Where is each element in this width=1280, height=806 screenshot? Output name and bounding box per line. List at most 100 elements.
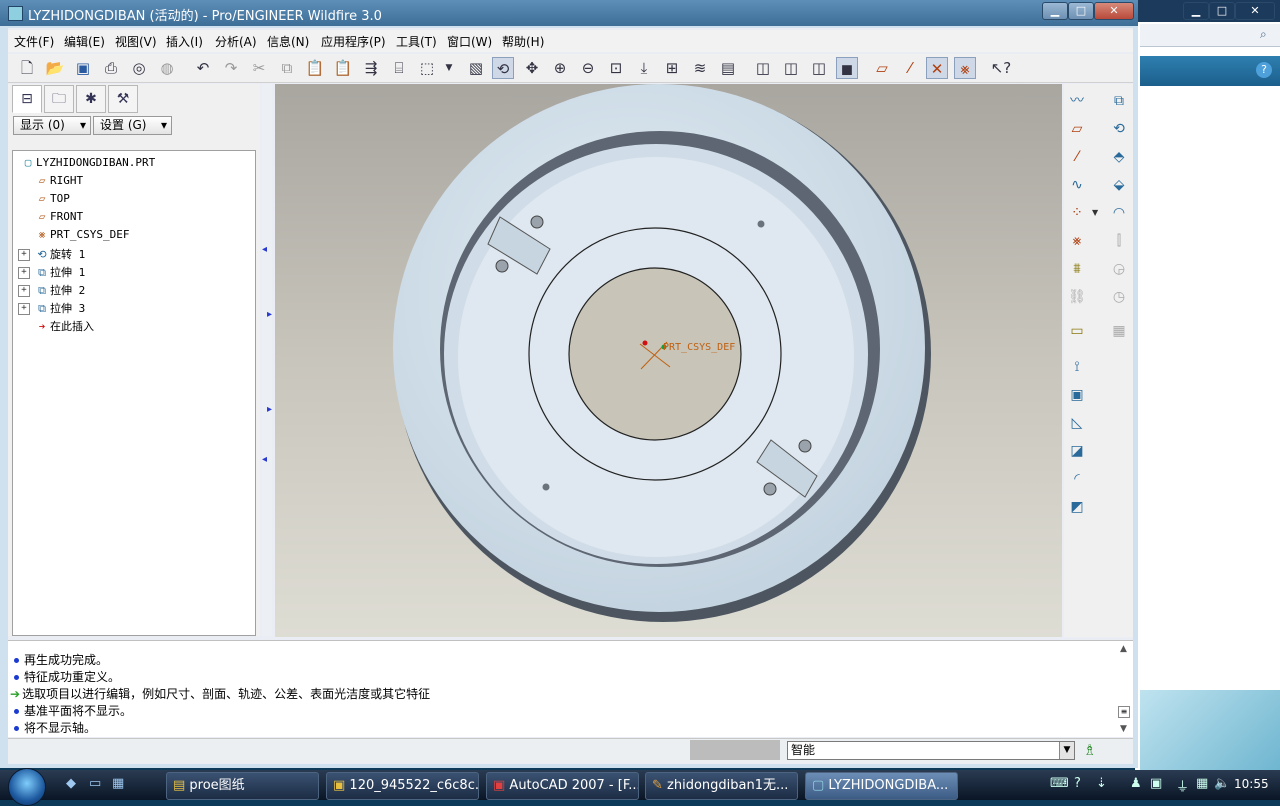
- tray-app-icon[interactable]: ▣: [1150, 776, 1162, 791]
- help-tray-icon[interactable]: ?: [1074, 776, 1081, 791]
- cut-icon[interactable]: ✂: [248, 57, 270, 79]
- dropdown-icon[interactable]: ▼: [438, 57, 460, 79]
- zoom-out-icon[interactable]: ⊖: [577, 57, 599, 79]
- undo-icon[interactable]: ↶: [192, 57, 214, 79]
- tree-node-front[interactable]: ▱ FRONT: [34, 210, 83, 228]
- chamfer-icon[interactable]: ◩: [1066, 496, 1088, 518]
- tree-node-csys[interactable]: ⨳ PRT_CSYS_DEF: [34, 228, 130, 246]
- tree-node-right[interactable]: ▱ RIGHT: [34, 174, 83, 192]
- quicklaunch-icon[interactable]: ◆: [66, 776, 76, 791]
- analysis-feature-icon[interactable]: ⩩: [1066, 258, 1088, 280]
- scroll-thumb[interactable]: ≡: [1118, 706, 1130, 718]
- taskbar-item[interactable]: ▣ AutoCAD 2007 - [F...: [486, 772, 639, 800]
- chevron-down-icon[interactable]: ▼: [1059, 742, 1074, 759]
- revolve-tool-icon[interactable]: ⟲: [1108, 118, 1130, 140]
- datum-axis-tool-icon[interactable]: ⁄: [1066, 146, 1088, 168]
- network-icon[interactable]: ▦: [1196, 776, 1208, 791]
- connections-tab[interactable]: ⚒: [108, 85, 138, 113]
- expand-arrow-icon[interactable]: ▸: [267, 309, 272, 320]
- menu-tools[interactable]: 工具(T): [396, 33, 437, 50]
- menu-window[interactable]: 窗口(W): [447, 33, 492, 50]
- open-icon[interactable]: 📂: [44, 57, 66, 79]
- scroll-up-icon[interactable]: ▲: [1120, 644, 1127, 654]
- expand-icon[interactable]: +: [18, 303, 30, 315]
- menu-analysis[interactable]: 分析(A): [215, 33, 257, 50]
- selection-filter[interactable]: 智能 ▼: [787, 741, 1075, 760]
- tree-node-part[interactable]: ▢ LYZHIDONGDIBAN.PRT: [20, 156, 156, 174]
- shell-icon[interactable]: ▣: [1066, 384, 1088, 406]
- refit-icon[interactable]: ⊡: [605, 57, 627, 79]
- wireframe-icon[interactable]: ◫: [752, 57, 774, 79]
- copy-icon[interactable]: ⧉: [276, 57, 298, 79]
- menu-edit[interactable]: 编辑(E): [64, 33, 105, 50]
- sweep-icon[interactable]: ⬘: [1108, 146, 1130, 168]
- trim-icon[interactable]: ◷: [1108, 286, 1130, 308]
- volume-icon[interactable]: 🔈: [1214, 776, 1230, 791]
- zoom-in-icon[interactable]: ⊕: [549, 57, 571, 79]
- folder-browser-tab[interactable]: 🗀: [44, 85, 74, 113]
- expand-arrow-icon[interactable]: ▸: [267, 404, 272, 415]
- tray-arrow-icon[interactable]: ⇣: [1096, 776, 1107, 791]
- hidden-line-icon[interactable]: ◫: [780, 57, 802, 79]
- saved-views-icon[interactable]: ⊞: [661, 57, 683, 79]
- menu-help[interactable]: 帮助(H): [502, 33, 544, 50]
- help-icon[interactable]: ?: [1256, 62, 1272, 78]
- expand-icon[interactable]: +: [18, 267, 30, 279]
- view-manager-icon[interactable]: ▤: [717, 57, 739, 79]
- scroll-down-icon[interactable]: ▼: [1120, 724, 1127, 734]
- style-icon[interactable]: ◠: [1108, 202, 1130, 224]
- datum-planes-icon[interactable]: ▱: [871, 57, 893, 79]
- menu-file[interactable]: 文件(F): [14, 33, 54, 50]
- minimize-button[interactable]: ▁: [1042, 2, 1068, 20]
- extrude-tool-icon[interactable]: ⧉: [1108, 90, 1130, 112]
- taskbar-item[interactable]: ▣ 120_945522_c6c8c...: [326, 772, 479, 800]
- safely-remove-icon[interactable]: ⏚: [1176, 776, 1189, 795]
- hole-icon[interactable]: ⟟: [1066, 356, 1088, 378]
- tree-node-extrude-1[interactable]: + ⧉ 拉伸 1: [18, 264, 85, 282]
- show-desktop-icon[interactable]: ▭: [89, 776, 101, 791]
- shading-icon[interactable]: ◼: [836, 57, 858, 79]
- menu-applications[interactable]: 应用程序(P): [321, 33, 386, 50]
- datum-plane-tool-icon[interactable]: ▱: [1066, 118, 1088, 140]
- datum-curve-icon[interactable]: ∿: [1066, 174, 1088, 196]
- taskbar-item[interactable]: ▤ proe图纸: [166, 772, 319, 800]
- email-icon[interactable]: ◍: [156, 57, 178, 79]
- tree-node-revolve-1[interactable]: + ⟲ 旋转 1: [18, 246, 85, 264]
- panel-splitter[interactable]: ◂ ▸ ▸ ◂: [262, 84, 272, 636]
- new-icon[interactable]: 🗋: [16, 57, 38, 79]
- tree-node-top[interactable]: ▱ TOP: [34, 192, 70, 210]
- csys-icon[interactable]: ⨳: [954, 57, 976, 79]
- round-icon[interactable]: ◜: [1066, 468, 1088, 490]
- redo-icon[interactable]: ↷: [220, 57, 242, 79]
- layers-icon[interactable]: ≋: [689, 57, 711, 79]
- menu-info[interactable]: 信息(N): [267, 33, 309, 50]
- pattern-icon[interactable]: ▦: [1108, 320, 1130, 342]
- mirror-icon[interactable]: ⫿: [1108, 230, 1130, 252]
- context-help-icon[interactable]: ↖?: [990, 57, 1012, 79]
- bg-minimize-button[interactable]: ▁: [1183, 2, 1209, 20]
- show-dropdown[interactable]: 显示 (0) ▾: [13, 116, 91, 135]
- bg-maximize-button[interactable]: □: [1209, 2, 1235, 20]
- chevron-down-icon[interactable]: ▼: [1092, 208, 1098, 217]
- preview-icon[interactable]: ◎: [128, 57, 150, 79]
- clock[interactable]: 10:55: [1234, 777, 1269, 791]
- background-search-field[interactable]: ⌕: [1140, 24, 1280, 47]
- tree-node-extrude-3[interactable]: + ⧉ 拉伸 3: [18, 300, 85, 318]
- expand-icon[interactable]: +: [18, 285, 30, 297]
- draft-icon[interactable]: ◪: [1066, 440, 1088, 462]
- expand-icon[interactable]: +: [18, 249, 30, 261]
- taskbar-item[interactable]: ✎ zhidongdiban1无...: [645, 772, 798, 800]
- bg-close-button[interactable]: ✕: [1235, 2, 1275, 20]
- sketch-datum-curve-icon[interactable]: 〰: [1066, 90, 1088, 112]
- tree-node-insert-here[interactable]: ➔ 在此插入: [34, 318, 94, 336]
- traffic-light-icon[interactable]: ♗: [1083, 741, 1096, 759]
- maximize-button[interactable]: □: [1068, 2, 1094, 20]
- settings-dropdown[interactable]: 设置 (G) ▾: [93, 116, 172, 135]
- menu-view[interactable]: 视图(V): [115, 33, 157, 50]
- orient-icon[interactable]: ✥: [521, 57, 543, 79]
- select-box-icon[interactable]: ⬚: [416, 57, 438, 79]
- taskbar-item-active[interactable]: ▢ LYZHIDONGDIBA...: [805, 772, 958, 800]
- favorites-tab[interactable]: ✱: [76, 85, 106, 113]
- sketch-tool-icon[interactable]: ▭: [1066, 320, 1088, 342]
- datum-point-icon[interactable]: ⁘: [1066, 202, 1088, 224]
